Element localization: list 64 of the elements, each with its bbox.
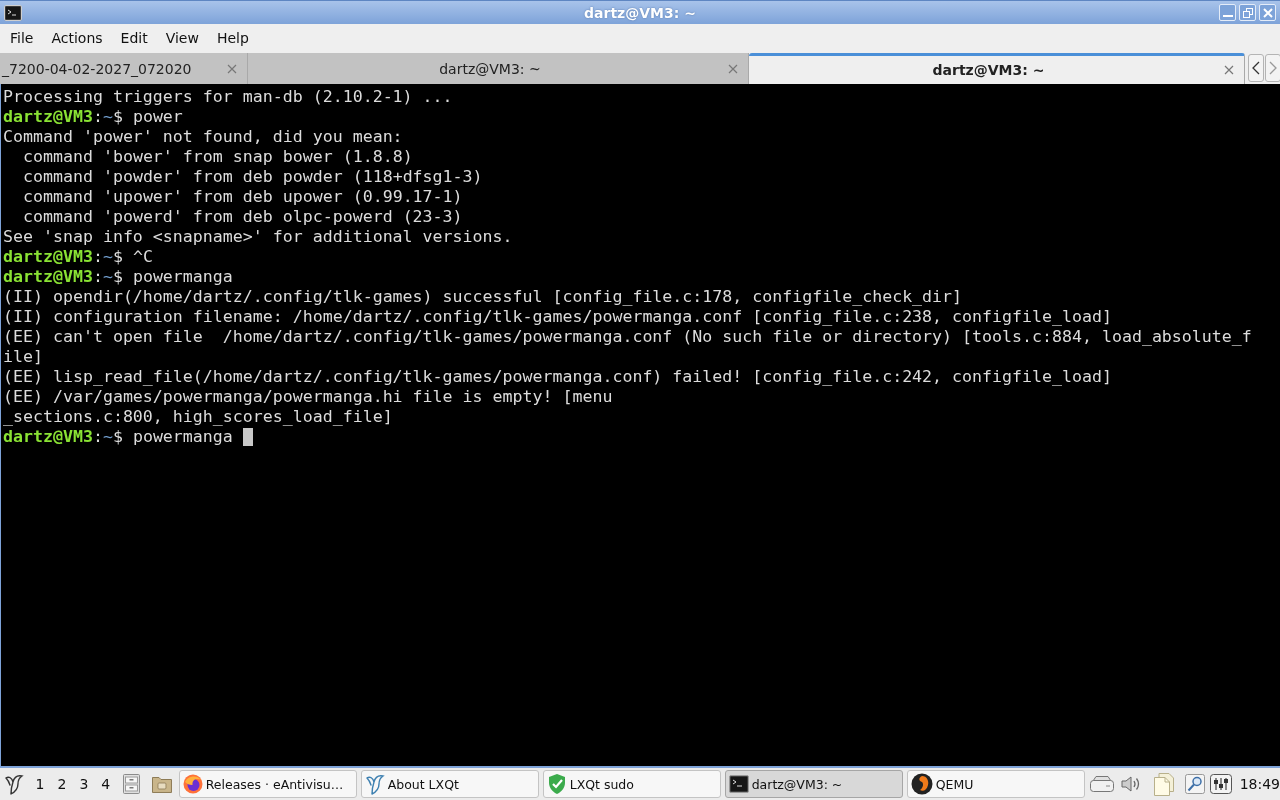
tab[interactable]: dartz@VM3: ~ [248, 53, 749, 84]
close-icon [1262, 7, 1273, 18]
magnifier-icon[interactable] [1184, 774, 1205, 794]
suggestion-line: command 'powder' from deb powder (118+dfsg1-3) [23, 167, 483, 187]
chevron-right-icon [1269, 61, 1277, 75]
task-button[interactable]: QEMU [906, 770, 1085, 798]
documents-icon[interactable] [1152, 772, 1175, 796]
menu-item[interactable]: File [4, 27, 40, 49]
minimize-icon [1222, 15, 1233, 17]
output-line: Command 'power' not found, did you mean: [3, 127, 403, 147]
workspace-button[interactable]: 1 [28, 774, 51, 794]
output-line: _sections.c:800, high_scores_load_file] [3, 407, 393, 427]
output-line: (EE) /var/games/powermanga/powermanga.hi file is empty! [menu [3, 387, 613, 407]
output-line: (EE) lisp_read_file(/home/dartz/.config/tlk-games/powermanga.conf) failed! [config_file.c:242, configfile_load] [3, 367, 1112, 387]
menu-item[interactable]: Actions [45, 27, 109, 49]
round-logo-icon [910, 773, 933, 795]
bird-icon [364, 773, 385, 795]
suggestion-line: command 'powerd' from deb olpc-powerd (23-3) [23, 207, 463, 227]
window-title: dartz@VM3: ~ [584, 4, 696, 21]
terminal-icon [728, 775, 749, 793]
cabinet-icon[interactable] [122, 774, 140, 794]
output-line: (EE) can't open file /home/dartz/.config/tlk-games/powermanga.conf (No such file or directory) [tools.c:884, load_absolute_f [3, 327, 1252, 347]
maximize-button[interactable] [1239, 4, 1256, 21]
suggestion-line: command 'bower' from snap bower (1.8.8) [23, 147, 413, 167]
terminal-panel[interactable] [0, 84, 1280, 766]
task-button[interactable]: Releases · eAntivisu… [178, 770, 357, 798]
chevron-left-icon [1252, 61, 1260, 75]
restore-icon [1242, 7, 1253, 18]
suggestion-line: command 'upower' from deb upower (0.99.17-1) [23, 187, 463, 207]
prompt-line: dartz@VM3:~$ powermanga [3, 427, 233, 447]
menu-item[interactable]: Help [210, 27, 255, 49]
output-line: (II) configuration filename: /home/dartz/.config/tlk-games/powermanga.conf [config_file.c:238, configfile_load] [3, 307, 1112, 327]
task-button[interactable]: LXQt sudo [542, 770, 721, 798]
prompt-line: dartz@VM3:~$ ^C [3, 247, 153, 267]
close-button[interactable] [1259, 4, 1276, 21]
output-line: See 'snap info <snapname>' for additional versions. [3, 227, 513, 247]
workspace-button[interactable]: 4 [94, 774, 117, 794]
shield-check-icon [546, 773, 567, 795]
prompt-line: dartz@VM3:~$ power [3, 107, 183, 127]
task-button[interactable]: dartz@VM3: ~ [724, 770, 903, 798]
close-icon[interactable] [1224, 65, 1234, 75]
menu-item[interactable]: View [159, 27, 205, 49]
minimize-button[interactable] [1219, 4, 1236, 21]
tab[interactable]: _7200-04-02-2027_072020 [0, 53, 248, 84]
speaker-icon[interactable] [1119, 774, 1142, 794]
prompt-line: dartz@VM3:~$ powermanga [3, 267, 233, 287]
clock[interactable]: 18:49 [1239, 776, 1280, 792]
task-button[interactable]: About LXQt [360, 770, 539, 798]
swirl-globe-icon [182, 774, 203, 794]
terminal-icon[interactable] [4, 4, 22, 21]
tab[interactable]: dartz@VM3: ~ [749, 53, 1245, 84]
output-line: Processing triggers for man-db (2.10.2-1) ... [3, 87, 453, 107]
folder-icon[interactable] [151, 775, 172, 793]
close-icon[interactable] [227, 63, 237, 74]
scroll-left-button[interactable] [1248, 54, 1264, 82]
output-line: ile] [3, 347, 43, 367]
drive-icon[interactable] [1089, 776, 1114, 792]
output-line: (II) opendir(/home/dartz/.config/tlk-games) successful [config_file.c:178, configfile_check_dir] [3, 287, 963, 307]
bird-icon[interactable] [4, 773, 24, 795]
sliders-icon[interactable] [1209, 774, 1232, 794]
workspace-button[interactable]: 3 [72, 774, 95, 794]
menu-item[interactable]: Edit [114, 27, 154, 49]
close-icon[interactable] [728, 63, 738, 74]
workspace-button[interactable]: 2 [50, 774, 73, 794]
